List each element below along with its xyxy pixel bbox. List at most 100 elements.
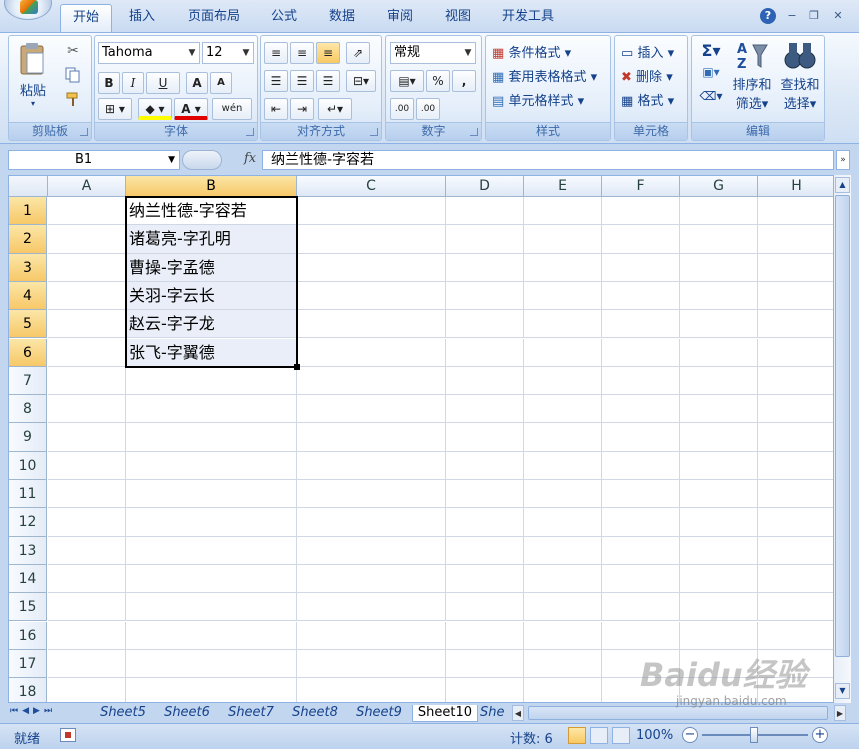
column-header-a[interactable]: A	[48, 176, 126, 197]
cell-h5[interactable]	[758, 310, 833, 339]
column-header-b[interactable]: B	[126, 176, 297, 197]
accounting-format-button[interactable]: ▤▾	[390, 70, 424, 92]
cell-c17[interactable]	[297, 649, 446, 679]
wrap-text-button[interactable]: ↵▾	[318, 98, 352, 120]
grow-font-button[interactable]: A	[186, 72, 208, 94]
sort-filter-button[interactable]: AZ 排序和 筛选▾	[730, 38, 774, 118]
cell-d2[interactable]	[446, 225, 524, 254]
cell-b11[interactable]	[126, 480, 297, 509]
font-launcher-icon[interactable]	[246, 128, 254, 136]
cell-h9[interactable]	[758, 423, 833, 452]
cell-d1[interactable]	[446, 197, 524, 226]
comma-button[interactable]: ,	[452, 70, 476, 92]
scroll-right-icon[interactable]: ▶	[834, 705, 846, 721]
cell-f16[interactable]	[602, 621, 680, 650]
conditional-format-button[interactable]: ▦ 条件格式 ▾	[492, 42, 571, 61]
cell-c16[interactable]	[297, 621, 446, 650]
cell-c13[interactable]	[297, 536, 446, 565]
cell-d4[interactable]	[446, 281, 524, 311]
cell-d16[interactable]	[446, 621, 524, 650]
sheet-tab-sheet9[interactable]: Sheet9	[348, 705, 410, 722]
cell-d14[interactable]	[446, 564, 524, 594]
cell-g4[interactable]	[680, 281, 758, 311]
cell-a8[interactable]	[48, 395, 126, 424]
cell-c11[interactable]	[297, 480, 446, 509]
column-header-g[interactable]: G	[680, 176, 758, 197]
phonetic-button[interactable]: wén	[212, 98, 252, 120]
cell-a14[interactable]	[48, 564, 126, 594]
cell-b14[interactable]	[126, 564, 297, 594]
cell-c15[interactable]	[297, 593, 446, 622]
underline-button[interactable]: U	[146, 72, 180, 94]
percent-button[interactable]: %	[426, 70, 450, 92]
cell-h11[interactable]	[758, 480, 833, 509]
cell-d18[interactable]	[446, 678, 524, 702]
office-button[interactable]	[4, 0, 52, 20]
cell-g15[interactable]	[680, 593, 758, 622]
sheet-tab-sheet5[interactable]: Sheet5	[92, 705, 154, 722]
cell-g16[interactable]	[680, 621, 758, 650]
cell-e13[interactable]	[524, 536, 602, 565]
row-header-12[interactable]: 12	[9, 508, 47, 537]
fill-handle[interactable]	[294, 363, 300, 370]
zoom-slider-thumb[interactable]	[750, 727, 758, 743]
cell-d13[interactable]	[446, 536, 524, 565]
expand-formula-bar-icon[interactable]: »	[836, 150, 850, 170]
cell-g6[interactable]	[680, 338, 758, 367]
cell-a12[interactable]	[48, 508, 126, 537]
cell-h12[interactable]	[758, 508, 833, 537]
cell-b18[interactable]	[126, 678, 297, 702]
cell-f8[interactable]	[602, 395, 680, 424]
cell-a7[interactable]	[48, 366, 126, 396]
decrease-decimal-button[interactable]: .00	[416, 98, 440, 120]
minimize-icon[interactable]: −	[784, 8, 800, 24]
formula-bar-resize-handle[interactable]	[182, 150, 222, 170]
row-header-11[interactable]: 11	[9, 480, 47, 509]
font-family-select[interactable]: Tahoma ▼	[98, 42, 200, 64]
cell-h14[interactable]	[758, 565, 833, 594]
row-header-7[interactable]: 7	[9, 366, 47, 396]
cell-e9[interactable]	[524, 423, 602, 452]
cell-b7[interactable]	[126, 366, 297, 396]
cell-f1[interactable]	[602, 197, 680, 226]
cell-a11[interactable]	[48, 480, 126, 509]
font-size-select[interactable]: 12 ▼	[202, 42, 254, 64]
cell-c10[interactable]	[297, 451, 446, 480]
cell-g11[interactable]	[680, 480, 758, 509]
cell-g13[interactable]	[680, 536, 758, 565]
sheet-tab-sheet10[interactable]: Sheet10	[412, 705, 478, 722]
cell-c9[interactable]	[297, 423, 446, 452]
row-header-14[interactable]: 14	[9, 564, 47, 594]
cell-f5[interactable]	[602, 310, 680, 339]
clear-button[interactable]: ⌫▾	[696, 88, 726, 110]
row-header-8[interactable]: 8	[9, 395, 47, 424]
cell-c5[interactable]	[297, 310, 446, 339]
page-layout-view-icon[interactable]	[590, 727, 608, 744]
format-cells-button[interactable]: ▦ 格式 ▾	[621, 90, 674, 109]
merge-button[interactable]: ⊟▾	[346, 70, 376, 92]
zoom-in-button[interactable]: +	[812, 727, 828, 743]
cell-a13[interactable]	[48, 536, 126, 565]
cell-b12[interactable]	[126, 508, 297, 537]
row-header-16[interactable]: 16	[9, 621, 47, 650]
cell-a4[interactable]	[48, 281, 126, 311]
cell-f10[interactable]	[602, 451, 680, 480]
cell-g2[interactable]	[680, 225, 758, 254]
cell-styles-button[interactable]: ▤ 单元格样式 ▾	[492, 90, 584, 109]
row-header-17[interactable]: 17	[9, 649, 47, 679]
row-header-4[interactable]: 4	[9, 281, 47, 311]
cell-b8[interactable]	[126, 395, 297, 424]
cell-a3[interactable]	[48, 253, 126, 282]
cell-a5[interactable]	[48, 310, 126, 339]
cell-d5[interactable]	[446, 310, 524, 339]
cell-d7[interactable]	[446, 366, 524, 396]
cell-c12[interactable]	[297, 508, 446, 537]
cell-e8[interactable]	[524, 395, 602, 424]
fill-button[interactable]: ▣▾	[696, 64, 726, 86]
align-middle-button[interactable]: ≡	[290, 42, 314, 64]
row-header-3[interactable]: 3	[9, 253, 47, 282]
align-bottom-button[interactable]: ≡	[316, 42, 340, 64]
cell-e11[interactable]	[524, 480, 602, 509]
bold-button[interactable]: B	[98, 72, 120, 94]
row-header-1[interactable]: 1	[9, 197, 47, 226]
